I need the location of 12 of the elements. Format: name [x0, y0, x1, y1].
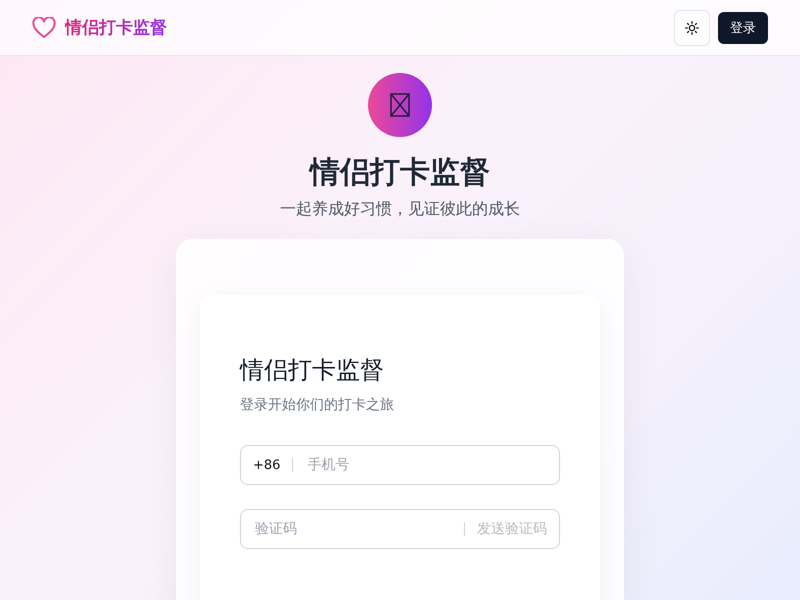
- app-name: 情侣打卡监督: [65, 16, 167, 39]
- card-subtitle: 登录开始你们的打卡之旅: [240, 396, 395, 415]
- hero-subtitle: 一起养成好习惯，见证彼此的成长: [280, 198, 520, 220]
- card-title: 情侣打卡监督: [240, 355, 385, 386]
- hero-title: 情侣打卡监督: [310, 154, 490, 192]
- sun-icon: [685, 20, 699, 34]
- heart-icon: [32, 16, 56, 38]
- login-button[interactable]: 登录: [718, 12, 768, 44]
- theme-toggle-button[interactable]: [674, 10, 710, 46]
- country-code[interactable]: +86: [253, 458, 280, 472]
- missing-glyph-icon: [390, 93, 410, 117]
- phone-field[interactable]: +86 手机号: [240, 445, 560, 485]
